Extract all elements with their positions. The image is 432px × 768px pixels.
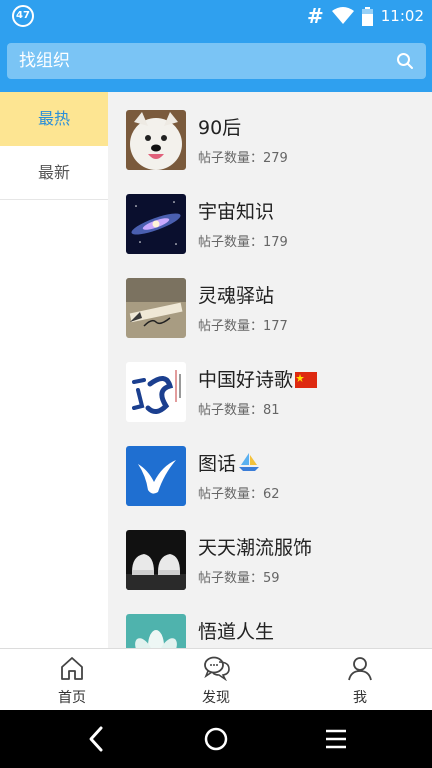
group-list: 90后 帖子数量：279 宇宙知识 帖子数量：179 灵魂驿站 帖子数量：177… bbox=[108, 92, 432, 648]
status-bar: 47 # 11:02 bbox=[0, 0, 432, 32]
sailboat-icon bbox=[239, 453, 260, 471]
group-thumbnail bbox=[126, 614, 186, 648]
list-item[interactable]: 图话 帖子数量：62 bbox=[108, 428, 432, 512]
home-icon bbox=[61, 657, 83, 680]
group-thumbnail bbox=[126, 362, 186, 422]
list-item[interactable]: 宇宙知识 帖子数量：179 bbox=[108, 176, 432, 260]
category-sidebar: 最热 最新 bbox=[0, 92, 108, 648]
sidebar-item-hottest[interactable]: 最热 bbox=[0, 92, 108, 146]
search-placeholder: 找组织 bbox=[19, 51, 70, 71]
list-item[interactable]: 灵魂驿站 帖子数量：177 bbox=[108, 260, 432, 344]
battery-icon bbox=[361, 6, 373, 26]
group-thumbnail bbox=[126, 110, 186, 170]
home-button-icon[interactable] bbox=[203, 724, 229, 754]
list-item[interactable]: 天天潮流服饰 帖子数量：59 bbox=[108, 512, 432, 596]
tab-home[interactable]: 首页 bbox=[0, 649, 144, 711]
hash-icon: # bbox=[307, 4, 324, 28]
group-title: 中国好诗歌 bbox=[198, 365, 318, 392]
group-title-text: 中国好诗歌 bbox=[198, 369, 294, 391]
group-title: 天天潮流服饰 bbox=[198, 537, 313, 559]
group-title: 悟道人生 bbox=[198, 621, 275, 643]
group-thumbnail bbox=[126, 446, 186, 506]
list-item[interactable]: 悟道人生 bbox=[108, 596, 432, 648]
menu-icon[interactable] bbox=[324, 724, 348, 754]
tab-discover-label: 发现 bbox=[202, 690, 230, 706]
post-count: 帖子数量：179 bbox=[198, 235, 288, 250]
search-icon[interactable] bbox=[396, 52, 414, 70]
header: 找组织 bbox=[0, 32, 432, 92]
group-title: 宇宙知识 bbox=[198, 201, 275, 223]
person-icon bbox=[348, 657, 372, 681]
post-count: 帖子数量：177 bbox=[198, 319, 288, 334]
system-nav-bar bbox=[0, 710, 432, 768]
post-count: 帖子数量：279 bbox=[198, 151, 288, 166]
china-flag-icon bbox=[295, 372, 318, 388]
list-item[interactable]: 中国好诗歌 帖子数量：81 bbox=[108, 344, 432, 428]
group-thumbnail bbox=[126, 278, 186, 338]
bottom-tab-bar: 首页 发现 我 bbox=[0, 648, 432, 710]
chat-bubbles-icon bbox=[204, 656, 230, 681]
tab-discover[interactable]: 发现 bbox=[144, 649, 288, 711]
back-icon[interactable] bbox=[86, 724, 106, 754]
tab-home-label: 首页 bbox=[58, 690, 86, 706]
status-time: 11:02 bbox=[380, 7, 424, 25]
notification-badge: 47 bbox=[12, 5, 34, 27]
status-icons: # 11:02 bbox=[307, 0, 424, 32]
post-count: 帖子数量：81 bbox=[198, 403, 280, 418]
search-input[interactable]: 找组织 bbox=[7, 43, 426, 79]
tab-me[interactable]: 我 bbox=[288, 649, 432, 711]
group-title: 灵魂驿站 bbox=[198, 285, 275, 307]
group-title: 图话 bbox=[198, 449, 260, 476]
sidebar-item-newest[interactable]: 最新 bbox=[0, 146, 108, 200]
group-thumbnail bbox=[126, 530, 186, 590]
tab-me-label: 我 bbox=[353, 690, 367, 706]
group-title-text: 图话 bbox=[198, 453, 237, 475]
wifi-icon bbox=[331, 7, 354, 24]
group-title: 90后 bbox=[198, 117, 242, 139]
list-item[interactable]: 90后 帖子数量：279 bbox=[108, 92, 432, 176]
group-thumbnail bbox=[126, 194, 186, 254]
post-count: 帖子数量：59 bbox=[198, 571, 280, 586]
post-count: 帖子数量：62 bbox=[198, 487, 280, 502]
